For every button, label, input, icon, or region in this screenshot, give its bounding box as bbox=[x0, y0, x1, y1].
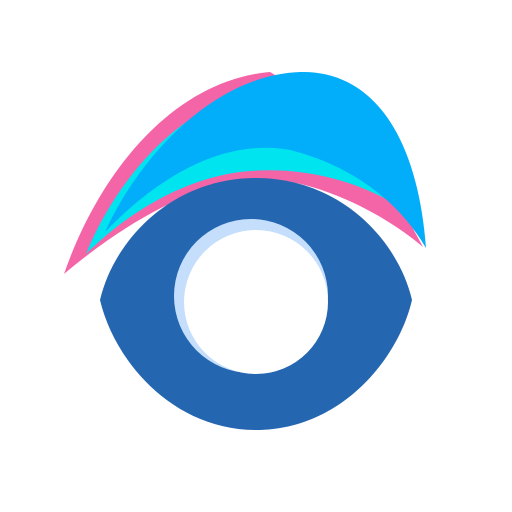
app-icon bbox=[0, 0, 512, 512]
pupil-center-shape bbox=[184, 230, 328, 374]
eye-logo-icon bbox=[64, 71, 426, 430]
